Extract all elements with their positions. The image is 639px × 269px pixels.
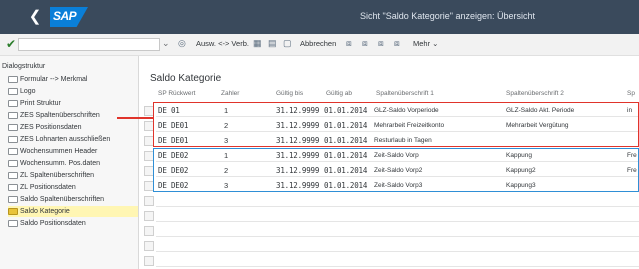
tree-item-formular-merkmal[interactable]: Formular --> Merkmal — [8, 74, 138, 85]
column-header-spalte3[interactable]: Sp — [627, 90, 635, 102]
tree-item-print-struktur[interactable]: Print Struktur — [8, 98, 138, 109]
select-all-icon[interactable]: ▦ — [253, 38, 262, 49]
next-page-icon[interactable]: ⧈ — [378, 38, 384, 49]
tree-item-wochensummen-header[interactable]: Wochensummen Header — [8, 146, 138, 157]
column-header-spalte1[interactable]: Spaltenüberschrift 1 — [376, 90, 434, 102]
column-header-spalte2[interactable]: Spaltenüberschrift 2 — [506, 90, 564, 102]
table-row-empty[interactable] — [156, 223, 639, 237]
tree-item-zl-positionsdaten[interactable]: ZL Positionsdaten — [8, 182, 138, 193]
tree-item-zes-spaltenueberschriften[interactable]: ZES Spaltenüberschriften — [8, 110, 138, 121]
tree-item-zl-spaltenueberschriften[interactable]: ZL Spaltenüberschriften — [8, 170, 138, 181]
folder-icon — [8, 112, 18, 119]
tree-item-saldo-kategorie[interactable]: Saldo Kategorie — [8, 206, 138, 217]
previous-page-icon[interactable]: ⧈ — [362, 38, 368, 49]
folder-icon — [8, 76, 18, 83]
table-row-empty[interactable] — [156, 208, 639, 222]
folder-icon — [8, 124, 18, 131]
blue-highlight-box — [153, 148, 639, 192]
tree-item-saldo-spaltenueberschriften[interactable]: Saldo Spaltenüberschriften — [8, 194, 138, 205]
tree-item-saldo-positionsdaten[interactable]: Saldo Positionsdaten — [8, 218, 138, 229]
tree-item-logo[interactable]: Logo — [8, 86, 138, 97]
folder-icon — [8, 184, 18, 191]
row-selector[interactable] — [144, 256, 154, 266]
dialog-structure-panel: Dialogstruktur Formular --> Merkmal Logo… — [0, 56, 139, 269]
main-content: Saldo Kategorie SP Rückwert Zahler Gülti… — [140, 56, 639, 269]
glasses-icon[interactable]: ◎ — [178, 38, 186, 49]
title-bar: ❮ SAP Sicht "Saldo Kategorie" anzeigen: … — [0, 0, 639, 34]
red-connector-line — [117, 117, 154, 119]
toggle-display-change-button[interactable]: Ausw. <-> Verb. — [196, 39, 249, 48]
tree-item-zes-positionsdaten[interactable]: ZES Positionsdaten — [8, 122, 138, 133]
column-header-gueltig-ab[interactable]: Gültig ab — [326, 90, 352, 102]
tree-item-wochensumm-posdaten[interactable]: Wochensumm. Pos.daten — [8, 158, 138, 169]
folder-icon — [8, 88, 18, 95]
column-header-gueltig-bis[interactable]: Gültig bis — [276, 90, 303, 102]
row-selector[interactable] — [144, 196, 154, 206]
row-selector[interactable] — [144, 226, 154, 236]
check-icon[interactable]: ✔ — [6, 37, 16, 51]
column-header-sp[interactable]: SP Rückwert — [158, 90, 195, 102]
toolbar: ✔ ⌄ ◎ Ausw. <-> Verb. ▦ ▤ ▢ Abbrechen ⧈ … — [0, 34, 639, 56]
dropdown-icon[interactable]: ⌄ — [162, 38, 170, 49]
row-selector[interactable] — [144, 241, 154, 251]
cancel-button[interactable]: Abbrechen — [300, 39, 336, 48]
back-icon[interactable]: ❮ — [26, 8, 44, 26]
last-page-icon[interactable]: ⧈ — [394, 38, 400, 49]
dialog-structure-heading: Dialogstruktur — [2, 63, 46, 70]
folder-open-icon — [8, 208, 18, 215]
table-row-empty[interactable] — [156, 193, 639, 207]
table-row-empty[interactable] — [156, 253, 639, 267]
more-button[interactable]: Mehr ⌄ — [413, 39, 438, 48]
folder-icon — [8, 220, 18, 227]
window-title: Sicht "Saldo Kategorie" anzeigen: Übersi… — [360, 11, 535, 21]
red-highlight-box — [153, 102, 639, 147]
first-page-icon[interactable]: ⧈ — [346, 38, 352, 49]
folder-icon — [8, 172, 18, 179]
folder-icon — [8, 196, 18, 203]
folder-icon — [8, 100, 18, 107]
tree-item-zes-lohnarten[interactable]: ZES Lohnarten ausschließen — [8, 134, 138, 145]
column-header-zahler[interactable]: Zahler — [221, 90, 239, 102]
select-block-icon[interactable]: ▤ — [268, 38, 277, 49]
folder-icon — [8, 136, 18, 143]
deselect-icon[interactable]: ▢ — [283, 38, 292, 49]
folder-icon — [8, 160, 18, 167]
command-field[interactable] — [18, 38, 160, 51]
folder-icon — [8, 148, 18, 155]
table-row-empty[interactable] — [156, 238, 639, 252]
row-selector[interactable] — [144, 211, 154, 221]
section-title: Saldo Kategorie — [150, 73, 222, 84]
sap-logo: SAP — [50, 7, 88, 27]
chevron-down-icon: ⌄ — [430, 39, 439, 48]
